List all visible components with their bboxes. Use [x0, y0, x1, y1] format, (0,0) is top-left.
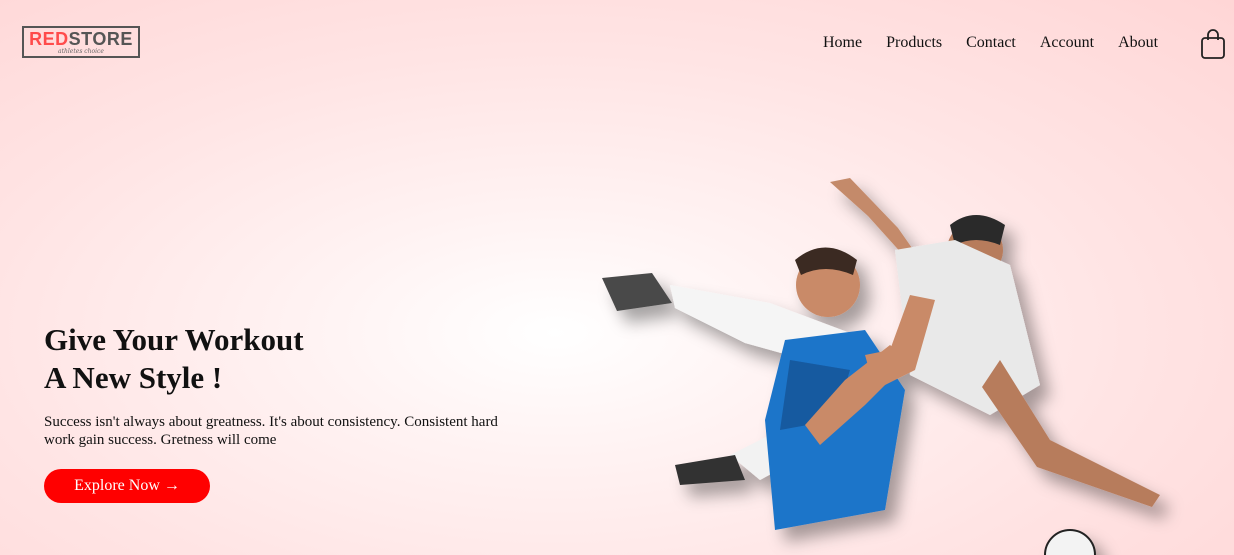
nav-about[interactable]: About [1118, 34, 1158, 52]
logo-wordmark: REDSTORE [29, 30, 133, 48]
explore-now-button[interactable]: Explore Now → [44, 469, 210, 503]
nav-account[interactable]: Account [1040, 34, 1094, 52]
logo-tagline: athletes choice [58, 47, 104, 55]
soccer-players-image [590, 170, 1190, 555]
hero-title: Give Your Workout A New Style ! [44, 321, 304, 397]
nav-menu: Home Products Contact Account About [823, 34, 1182, 52]
hero-description: Success isn't always about greatness. It… [44, 414, 498, 448]
logo-red-text: RED [29, 28, 69, 49]
logo-dark-text: STORE [68, 28, 133, 49]
logo[interactable]: REDSTORE athletes choice [22, 26, 140, 58]
shopping-bag-icon[interactable] [1200, 28, 1226, 60]
hero-title-line1: Give Your Workout [44, 322, 304, 357]
hero-title-line2: A New Style ! [44, 360, 223, 395]
nav-contact[interactable]: Contact [966, 34, 1016, 52]
nav-products[interactable]: Products [886, 34, 942, 52]
nav-home[interactable]: Home [823, 34, 862, 52]
navbar: REDSTORE athletes choice Home Products C… [0, 0, 1234, 90]
